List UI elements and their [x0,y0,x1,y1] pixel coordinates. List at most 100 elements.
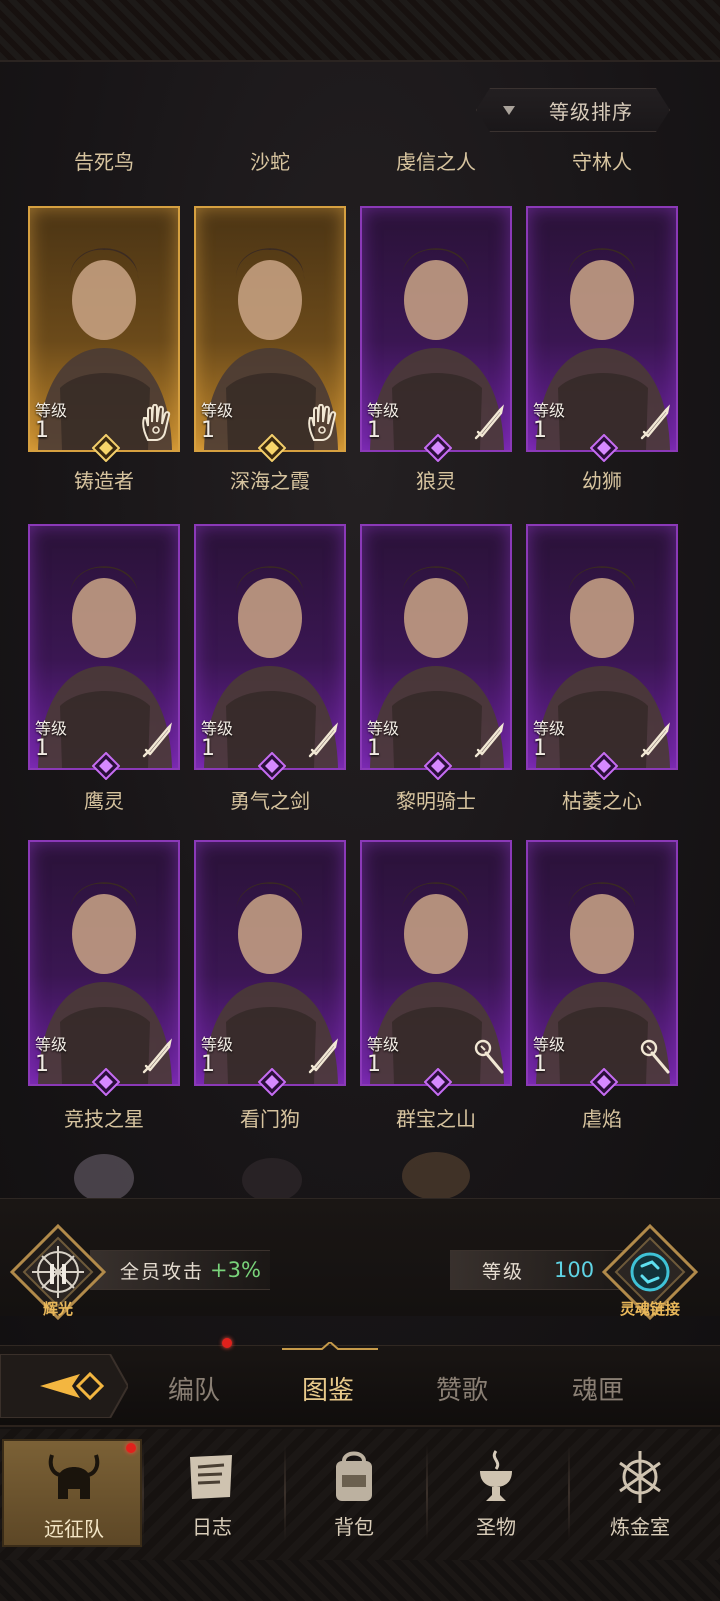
sword-icon [304,722,340,760]
collection-subtabs: 编队 图鉴 赞歌 魂匣 [0,1338,720,1427]
nav-label: 日志 [192,1515,232,1539]
hero-name: 枯萎之心 [562,789,642,813]
staff-icon [636,1038,672,1076]
tab-codex[interactable]: 图鉴 [302,1370,354,1407]
rarity-gem-icon [590,1068,618,1096]
palm-icon [304,404,340,442]
bottom-ornate-strip [0,1560,720,1601]
hero-card[interactable]: 等级 1 [360,524,512,770]
nav-label: 远征队 [44,1517,104,1541]
rarity-gem-icon [424,1068,452,1096]
nav-label: 背包 [334,1515,374,1539]
sword-icon [138,1038,174,1076]
rarity-gem-icon [590,752,618,780]
nav-backpack[interactable]: 背包 [284,1439,424,1547]
expedition-badge [126,1443,136,1453]
hero-name: 看门狗 [240,1107,300,1131]
rarity-gem-icon [424,752,452,780]
hero-name: 沙蛇 [250,150,290,174]
level-value: 1 [201,418,215,443]
hero-card[interactable]: 等级 1 [194,840,346,1086]
staff-icon [470,1038,506,1076]
hero-card[interactable]: 等级 1 [360,840,512,1086]
hero-card[interactable]: 等级 1 [194,206,346,452]
rarity-gem-icon [258,434,286,462]
hero-name: 幼狮 [582,469,622,493]
dropdown-triangle-icon [503,106,515,115]
level-value: 1 [533,1052,547,1077]
sword-icon [470,404,506,442]
level-value: 1 [367,418,381,443]
sword-icon [304,1038,340,1076]
rarity-gem-icon [258,1068,286,1096]
alchemy-icon [619,1451,661,1503]
hero-name: 深海之霞 [230,469,310,493]
rarity-gem-icon [92,752,120,780]
rarity-gem-icon [424,434,452,462]
sword-icon [636,722,672,760]
hero-name: 竞技之星 [64,1107,144,1131]
rarity-gem-icon [590,434,618,462]
hero-name: 勇气之剑 [230,789,310,813]
active-tab-marker-icon [282,1342,378,1350]
radiance-label: 辉光 [42,1300,73,1318]
chalice-icon [480,1450,512,1501]
hero-name: 告死鸟 [74,150,134,174]
hero-name: 狼灵 [416,469,456,493]
hero-card[interactable]: 等级 1 [360,206,512,452]
level-value: 1 [201,736,215,761]
bonus-text: 全员攻击 [120,1260,205,1283]
level-value: 1 [35,736,49,761]
hero-name: 黎明骑士 [396,789,476,813]
palm-icon [138,404,174,442]
nav-relics[interactable]: 圣物 [426,1439,566,1547]
nav-label: 炼金室 [610,1515,670,1539]
rarity-gem-icon [92,434,120,462]
hero-card[interactable]: 等级 1 [28,840,180,1086]
sword-icon [138,722,174,760]
level-value: 1 [533,736,547,761]
hero-name: 群宝之山 [396,1107,476,1131]
level-value: 1 [533,418,547,443]
scroll-icon [190,1455,232,1499]
bag-icon [336,1451,372,1501]
bonus-strip: 全员攻击 +3% [90,1250,270,1290]
level-value: 1 [35,418,49,443]
sort-dropdown-label: 等级排序 [549,99,633,124]
bonus-value: +3% [210,1258,261,1282]
rarity-gem-icon [92,1068,120,1096]
back-arrow-icon[interactable] [0,1354,128,1418]
level-text: 等级 [482,1260,525,1283]
hero-card[interactable]: 等级 1 [194,524,346,770]
tab-anthem[interactable]: 赞歌 [436,1370,488,1407]
hero-card[interactable]: 等级 1 [526,840,678,1086]
sword-icon [470,722,506,760]
rarity-gem-icon [258,752,286,780]
sword-icon [636,404,672,442]
helmet-icon [48,1454,100,1499]
hero-name: 守林人 [572,150,632,174]
hero-card[interactable]: 等级 1 [526,206,678,452]
hero-name: 虔信之人 [396,150,476,174]
hero-name: 铸造者 [74,469,134,493]
nav-expedition[interactable]: 远征队 [2,1439,142,1547]
nav-label: 圣物 [476,1515,516,1539]
level-number: 100 [554,1258,595,1282]
soul-link-label: 灵魂链接 [619,1300,680,1318]
hero-card[interactable]: 等级 1 [28,206,180,452]
hero-name: 虐焰 [582,1107,622,1131]
level-value: 1 [35,1052,49,1077]
tab-formation[interactable]: 编队 [168,1370,220,1407]
hero-card[interactable]: 等级 1 [526,524,678,770]
top-ornate-frame [0,0,720,62]
level-value: 1 [367,736,381,761]
nav-alchemy[interactable]: 炼金室 [570,1439,710,1547]
sort-dropdown[interactable]: 等级排序 [476,88,670,132]
hero-name: 鹰灵 [84,789,124,813]
hero-card[interactable]: 等级 1 [28,524,180,770]
formation-badge [222,1338,232,1348]
level-value: 1 [367,1052,381,1077]
tab-soul-box[interactable]: 魂匣 [572,1370,624,1407]
level-value: 1 [201,1052,215,1077]
nav-log[interactable]: 日志 [142,1439,282,1547]
